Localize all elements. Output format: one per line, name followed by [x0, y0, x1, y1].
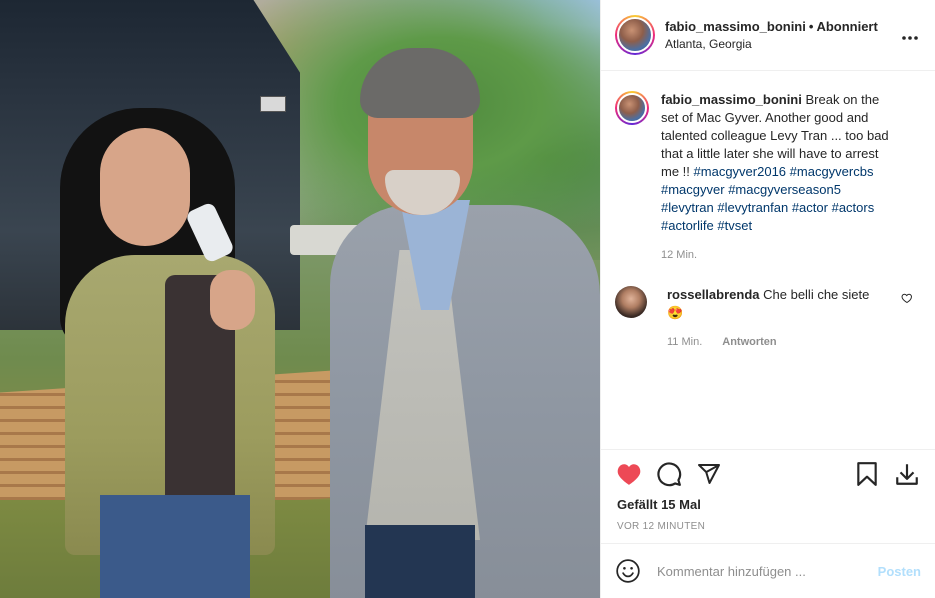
hashtag-link[interactable]: #tvset [717, 218, 752, 233]
download-icon [896, 463, 918, 485]
hashtag-link[interactable]: #macgyver2016 [694, 164, 787, 179]
hashtag-link[interactable]: #macgyvercbs [790, 164, 874, 179]
hashtag-link[interactable]: #levytran [661, 200, 714, 215]
save-button[interactable] [853, 460, 881, 488]
more-horizontal-icon [902, 36, 918, 40]
post-location[interactable]: Atlanta, Georgia [665, 37, 901, 51]
caption-time[interactable]: 12 Min. [661, 246, 895, 264]
header-separator: • [808, 19, 814, 34]
comment-like-heart-icon[interactable] [901, 292, 913, 304]
caption-author-avatar[interactable] [615, 91, 649, 125]
more-options-button[interactable] [901, 26, 919, 44]
comment-item: rossellabrenda Che belli che siete 😍 11 … [615, 286, 919, 351]
action-bar [601, 449, 935, 497]
likes-count[interactable]: Gefällt 15 Mal [601, 497, 935, 515]
comment-emoji: 😍 [667, 305, 684, 320]
author-avatar-image [617, 17, 653, 53]
caption-username[interactable]: fabio_massimo_bonini [661, 92, 802, 107]
post-comment-button[interactable]: Posten [878, 564, 921, 579]
author-avatar[interactable] [615, 15, 655, 55]
caption-body: fabio_massimo_bonini Break on the set of… [661, 91, 895, 264]
header-line: fabio_massimo_bonini • Abonniert [665, 19, 901, 34]
commenter-avatar[interactable] [615, 286, 647, 318]
hashtag-link[interactable]: #actor [792, 200, 828, 215]
photo-woman-jeans [100, 495, 250, 598]
comments-section: fabio_massimo_bonini Break on the set of… [601, 71, 935, 449]
caption-hashtags: #macgyver2016 #macgyvercbs #macgyver #ma… [661, 164, 874, 233]
share-button[interactable] [695, 460, 723, 488]
photo-man-jeans [365, 525, 475, 598]
comment-meta: 11 Min. Antworten [667, 333, 897, 351]
follow-status[interactable]: Abonniert [816, 19, 877, 34]
reply-button[interactable]: Antworten [722, 333, 776, 351]
share-icon [698, 463, 720, 484]
caption-author-avatar-image [617, 93, 647, 123]
hashtag-link[interactable]: #macgyverseason5 [728, 182, 841, 197]
photo-woman-face [100, 128, 190, 246]
heart-filled-icon [617, 463, 641, 485]
comment-icon [657, 461, 682, 486]
hashtag-link[interactable]: #levytranfan [717, 200, 788, 215]
hashtag-link[interactable]: #macgyver [661, 182, 725, 197]
instagram-post: fabio_massimo_bonini • Abonniert Atlanta, … [0, 0, 935, 598]
author-username[interactable]: fabio_massimo_bonini [665, 19, 806, 34]
download-button[interactable] [893, 460, 921, 488]
comment-input[interactable] [657, 563, 878, 579]
post-timestamp[interactable]: VOR 12 MINUTEN [601, 521, 935, 543]
like-button[interactable] [615, 460, 643, 488]
emoji-icon[interactable] [615, 558, 641, 584]
comment-button[interactable] [655, 460, 683, 488]
photo-woman-hand [210, 270, 255, 330]
post-sidebar: fabio_massimo_bonini • Abonniert Atlanta, … [600, 0, 935, 598]
header-text: fabio_massimo_bonini • Abonniert Atlanta, … [665, 19, 901, 51]
bookmark-icon [857, 461, 877, 486]
post-photo[interactable] [0, 0, 600, 598]
comment-time[interactable]: 11 Min. [667, 333, 702, 351]
hashtag-link[interactable]: #actors [832, 200, 875, 215]
photo-tent-label [260, 96, 286, 112]
post-header: fabio_massimo_bonini • Abonniert Atlanta, … [601, 0, 935, 71]
add-comment-bar: Posten [601, 543, 935, 598]
post-caption: fabio_massimo_bonini Break on the set of… [615, 91, 919, 264]
hashtag-link[interactable]: #actorlife [661, 218, 714, 233]
comment-text: Che belli che siete [763, 287, 870, 302]
comment-body: rossellabrenda Che belli che siete 😍 11 … [667, 286, 897, 351]
commenter-username[interactable]: rossellabrenda [667, 287, 760, 302]
